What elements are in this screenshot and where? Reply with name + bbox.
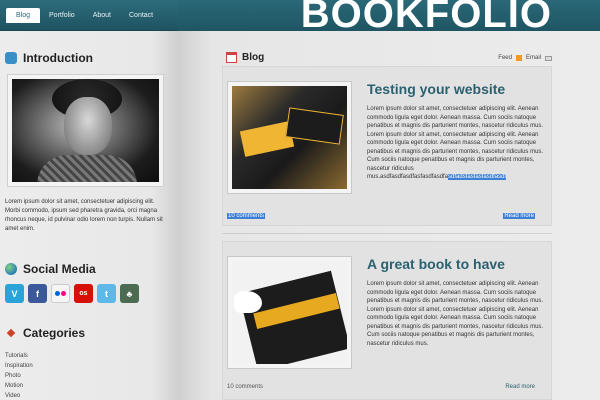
flickr-icon[interactable] (51, 284, 70, 303)
category-link[interactable]: Inspiration (5, 361, 33, 371)
social-heading: Social Media (5, 262, 96, 276)
blog-heading: Blog (226, 52, 264, 63)
diamond-icon (6, 328, 16, 338)
categories-list: Tutorials Inspiration Photo Motion Video (5, 351, 33, 400)
post-body: Lorem ipsum dolor sit amet, consectetuer… (367, 281, 544, 347)
globe-icon (5, 263, 17, 275)
twitter-icon[interactable]: t (97, 284, 116, 303)
categories-title: Categories (23, 326, 86, 340)
selected-text: sdfadsfasfasfasdfasdf (448, 174, 507, 180)
category-link[interactable]: Video (5, 391, 33, 400)
main-nav: Blog Portfolio About Contact (0, 0, 162, 31)
social-icons: V f os t ♣ (5, 284, 139, 303)
post-body: Lorem ipsum dolor sit amet, consectetuer… (367, 106, 544, 180)
category-link[interactable]: Photo (5, 371, 33, 381)
nav-contact[interactable]: Contact (120, 8, 162, 23)
intro-heading: Introduction (5, 51, 93, 65)
social-title: Social Media (23, 262, 96, 276)
nav-about[interactable]: About (84, 8, 120, 23)
lastfm-icon[interactable]: os (74, 284, 93, 303)
email-icon[interactable] (545, 55, 552, 61)
comments-link[interactable]: 10 comments (227, 213, 266, 219)
post-title[interactable]: A great book to have (367, 256, 505, 272)
calendar-icon (226, 52, 237, 63)
blog-post: Testing your website Lorem ipsum dolor s… (222, 66, 552, 226)
post-title[interactable]: Testing your website (367, 81, 505, 97)
post-thumbnail[interactable] (227, 256, 352, 369)
post-divider (222, 233, 552, 234)
feed-link[interactable]: Feed (498, 55, 512, 61)
profile-photo (7, 74, 164, 187)
comments-link[interactable]: 10 comments (227, 384, 263, 390)
vimeo-icon[interactable]: V (5, 284, 24, 303)
read-more-link[interactable]: Read more (503, 213, 535, 219)
intro-text: Lorem ipsum dolor sit amet, consectetuer… (5, 199, 163, 232)
rss-icon[interactable] (515, 55, 522, 61)
nav-blog[interactable]: Blog (6, 8, 41, 23)
deviantart-icon[interactable]: ♣ (120, 284, 139, 303)
blog-post: A great book to have Lorem ipsum dolor s… (222, 241, 552, 400)
facebook-icon[interactable]: f (28, 284, 47, 303)
site-logo[interactable]: BOOKFOLIO (301, 0, 552, 35)
post-thumbnail[interactable] (227, 81, 352, 194)
category-link[interactable]: Tutorials (5, 351, 33, 361)
email-link[interactable]: Email (526, 55, 541, 61)
read-more-link[interactable]: Read more (505, 384, 535, 390)
nav-portfolio[interactable]: Portfolio (40, 8, 84, 23)
feed-links: Feed Email (498, 55, 552, 61)
blog-title: Blog (242, 52, 265, 63)
categories-heading: Categories (5, 326, 85, 340)
category-link[interactable]: Motion (5, 381, 33, 391)
speech-bubble-icon (5, 52, 17, 64)
intro-title: Introduction (23, 51, 93, 65)
